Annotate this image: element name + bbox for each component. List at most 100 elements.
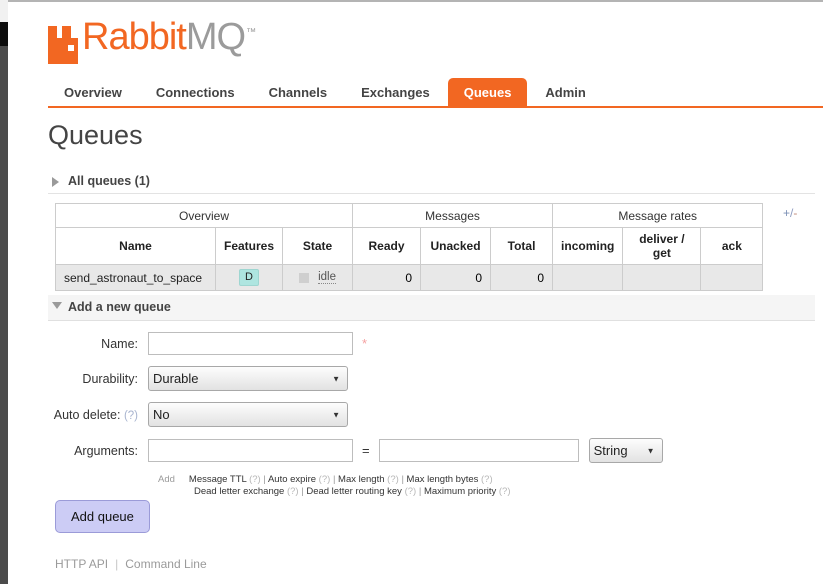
preset-dle-help-icon[interactable]: (?) bbox=[287, 486, 299, 497]
add-argument-label[interactable]: Add bbox=[158, 474, 175, 485]
auto-delete-help-icon[interactable]: (?) bbox=[124, 410, 138, 422]
preset-separator-4: | bbox=[301, 486, 304, 497]
cell-total: 0 bbox=[490, 264, 554, 291]
name-field-label: Name: bbox=[101, 336, 138, 351]
preset-separator-1: | bbox=[263, 474, 266, 485]
group-header-overview: Overview bbox=[54, 203, 354, 228]
queues-table-head: Overview Messages Message rates Name Fea… bbox=[54, 203, 764, 265]
column-header-deliver-get[interactable]: deliver / get bbox=[622, 227, 702, 265]
rabbitmq-logo-text: RabbitMQ™ bbox=[82, 16, 256, 66]
preset-message-ttl-help-icon[interactable]: (?) bbox=[249, 474, 261, 485]
argument-key-input[interactable] bbox=[148, 439, 353, 462]
column-header-incoming[interactable]: incoming bbox=[552, 227, 624, 265]
column-header-total[interactable]: Total bbox=[490, 227, 554, 265]
rabbitmq-logo-mark bbox=[48, 26, 78, 64]
nav-tab-list: Overview Connections Channels Exchanges … bbox=[48, 78, 823, 108]
preset-max-priority-help-icon[interactable]: (?) bbox=[499, 486, 511, 497]
column-header-name[interactable]: Name bbox=[55, 227, 216, 265]
arguments-field-label: Arguments: bbox=[74, 443, 138, 458]
queue-name-input[interactable] bbox=[148, 332, 353, 355]
page-content: RabbitMQ™ Overview Connections Channels … bbox=[8, 2, 823, 584]
add-queue-section-header[interactable]: Add a new queue bbox=[48, 295, 815, 321]
left-edge-dark-strip bbox=[0, 46, 8, 584]
group-header-messages: Messages bbox=[352, 203, 554, 228]
preset-max-length[interactable]: Max length bbox=[338, 474, 384, 485]
logo-rabbit-text: Rabbit bbox=[82, 16, 187, 58]
page-title: Queues bbox=[48, 120, 143, 150]
cell-queue-name[interactable]: send_astronaut_to_space bbox=[55, 264, 216, 291]
cell-state: idle bbox=[282, 264, 354, 291]
queues-table-column-header-row: Name Features State Ready Unacked Total … bbox=[55, 227, 764, 265]
cell-ack bbox=[700, 264, 764, 291]
form-row-durability: Durability: Durable Transient bbox=[48, 366, 688, 391]
preset-max-length-bytes-help-icon[interactable]: (?) bbox=[481, 474, 493, 485]
cell-ready: 0 bbox=[352, 264, 422, 291]
nav-tab-exchanges[interactable]: Exchanges bbox=[345, 78, 446, 108]
queues-table-wrapper: Overview Messages Message rates Name Fea… bbox=[54, 203, 764, 291]
main-navigation: Overview Connections Channels Exchanges … bbox=[48, 78, 823, 108]
all-queues-label: All queues (1) bbox=[68, 174, 150, 188]
durability-field-label: Durability: bbox=[82, 371, 138, 386]
toggle-columns-control[interactable]: +/- bbox=[783, 206, 797, 220]
preset-dlrk-help-icon[interactable]: (?) bbox=[405, 486, 417, 497]
state-label: idle bbox=[318, 271, 336, 284]
column-header-unacked[interactable]: Unacked bbox=[420, 227, 492, 265]
state-square-icon bbox=[299, 272, 310, 283]
command-line-link[interactable]: Command Line bbox=[125, 557, 206, 571]
preset-separator-5: | bbox=[418, 486, 422, 497]
form-row-arguments: Arguments: = String Number Boolean List bbox=[48, 438, 688, 463]
form-row-auto-delete: Auto delete: (?) No Yes bbox=[48, 402, 688, 427]
all-queues-section-header[interactable]: All queues (1) bbox=[48, 170, 815, 194]
cell-unacked: 0 bbox=[420, 264, 492, 291]
cell-features: D bbox=[214, 264, 284, 291]
preset-separator-3: | bbox=[401, 474, 404, 485]
preset-dead-letter-exchange[interactable]: Dead letter exchange bbox=[194, 486, 284, 497]
state-indicator: idle bbox=[291, 271, 344, 284]
table-row[interactable]: send_astronaut_to_space D idle 0 0 0 bbox=[55, 264, 764, 291]
argument-equals-sign: = bbox=[362, 443, 370, 458]
argument-type-select[interactable]: String Number Boolean List bbox=[588, 438, 663, 463]
nav-tab-overview[interactable]: Overview bbox=[48, 78, 138, 108]
nav-tab-queues[interactable]: Queues bbox=[447, 78, 528, 108]
nav-tab-admin[interactable]: Admin bbox=[529, 78, 601, 108]
preset-separator-2: | bbox=[332, 474, 336, 485]
argument-type-select-wrapper: String Number Boolean List bbox=[588, 438, 663, 463]
trademark-symbol: ™ bbox=[246, 27, 256, 38]
column-header-features[interactable]: Features bbox=[214, 227, 284, 265]
argument-presets-line-2: Dead letter exchange (?) | Dead letter r… bbox=[194, 486, 688, 498]
auto-delete-field-label: Auto delete: (?) bbox=[48, 408, 148, 422]
cell-deliver-get bbox=[622, 264, 702, 291]
auto-delete-select[interactable]: No Yes bbox=[148, 402, 348, 427]
preset-message-ttl[interactable]: Message TTL bbox=[189, 474, 247, 485]
preset-dead-letter-routing-key[interactable]: Dead letter routing key bbox=[306, 486, 402, 497]
column-header-ready[interactable]: Ready bbox=[352, 227, 422, 265]
preset-max-length-bytes[interactable]: Max length bytes bbox=[407, 474, 479, 485]
chevron-right-icon bbox=[52, 177, 59, 187]
add-queue-button[interactable]: Add queue bbox=[55, 500, 150, 533]
footer-links: HTTP API | Command Line bbox=[55, 557, 207, 571]
rabbitmq-logo[interactable]: RabbitMQ™ bbox=[48, 16, 256, 66]
preset-maximum-priority[interactable]: Maximum priority bbox=[424, 486, 496, 497]
durability-select-wrapper: Durable Transient bbox=[148, 366, 348, 391]
cell-incoming bbox=[552, 264, 624, 291]
preset-auto-expire-help-icon[interactable]: (?) bbox=[319, 474, 331, 485]
argument-value-input[interactable] bbox=[378, 439, 579, 462]
rabbitmq-management-screen: RabbitMQ™ Overview Connections Channels … bbox=[0, 0, 823, 584]
nav-tab-channels[interactable]: Channels bbox=[253, 78, 344, 108]
http-api-link[interactable]: HTTP API bbox=[55, 557, 108, 571]
column-header-ack[interactable]: ack bbox=[700, 227, 764, 265]
argument-presets-line-1: Add Message TTL (?) | Auto expire (?) | M… bbox=[158, 474, 688, 486]
logo-mq-text: MQ bbox=[185, 16, 246, 58]
preset-auto-expire[interactable]: Auto expire bbox=[268, 474, 316, 485]
column-header-state[interactable]: State bbox=[282, 227, 354, 265]
auto-delete-text: Auto delete: bbox=[53, 407, 121, 422]
durability-select[interactable]: Durable Transient bbox=[148, 366, 348, 391]
nav-tab-connections[interactable]: Connections bbox=[140, 78, 251, 108]
durable-badge: D bbox=[239, 269, 259, 286]
auto-delete-select-wrapper: No Yes bbox=[148, 402, 348, 427]
queues-table-group-header-row: Overview Messages Message rates bbox=[54, 203, 764, 228]
required-asterisk: * bbox=[362, 336, 368, 351]
preset-max-length-help-icon[interactable]: (?) bbox=[387, 474, 399, 485]
argument-presets: Add Message TTL (?) | Auto expire (?) | M… bbox=[158, 474, 688, 498]
add-queue-form: Name: * Durability: Durable Transient Au… bbox=[48, 332, 688, 498]
